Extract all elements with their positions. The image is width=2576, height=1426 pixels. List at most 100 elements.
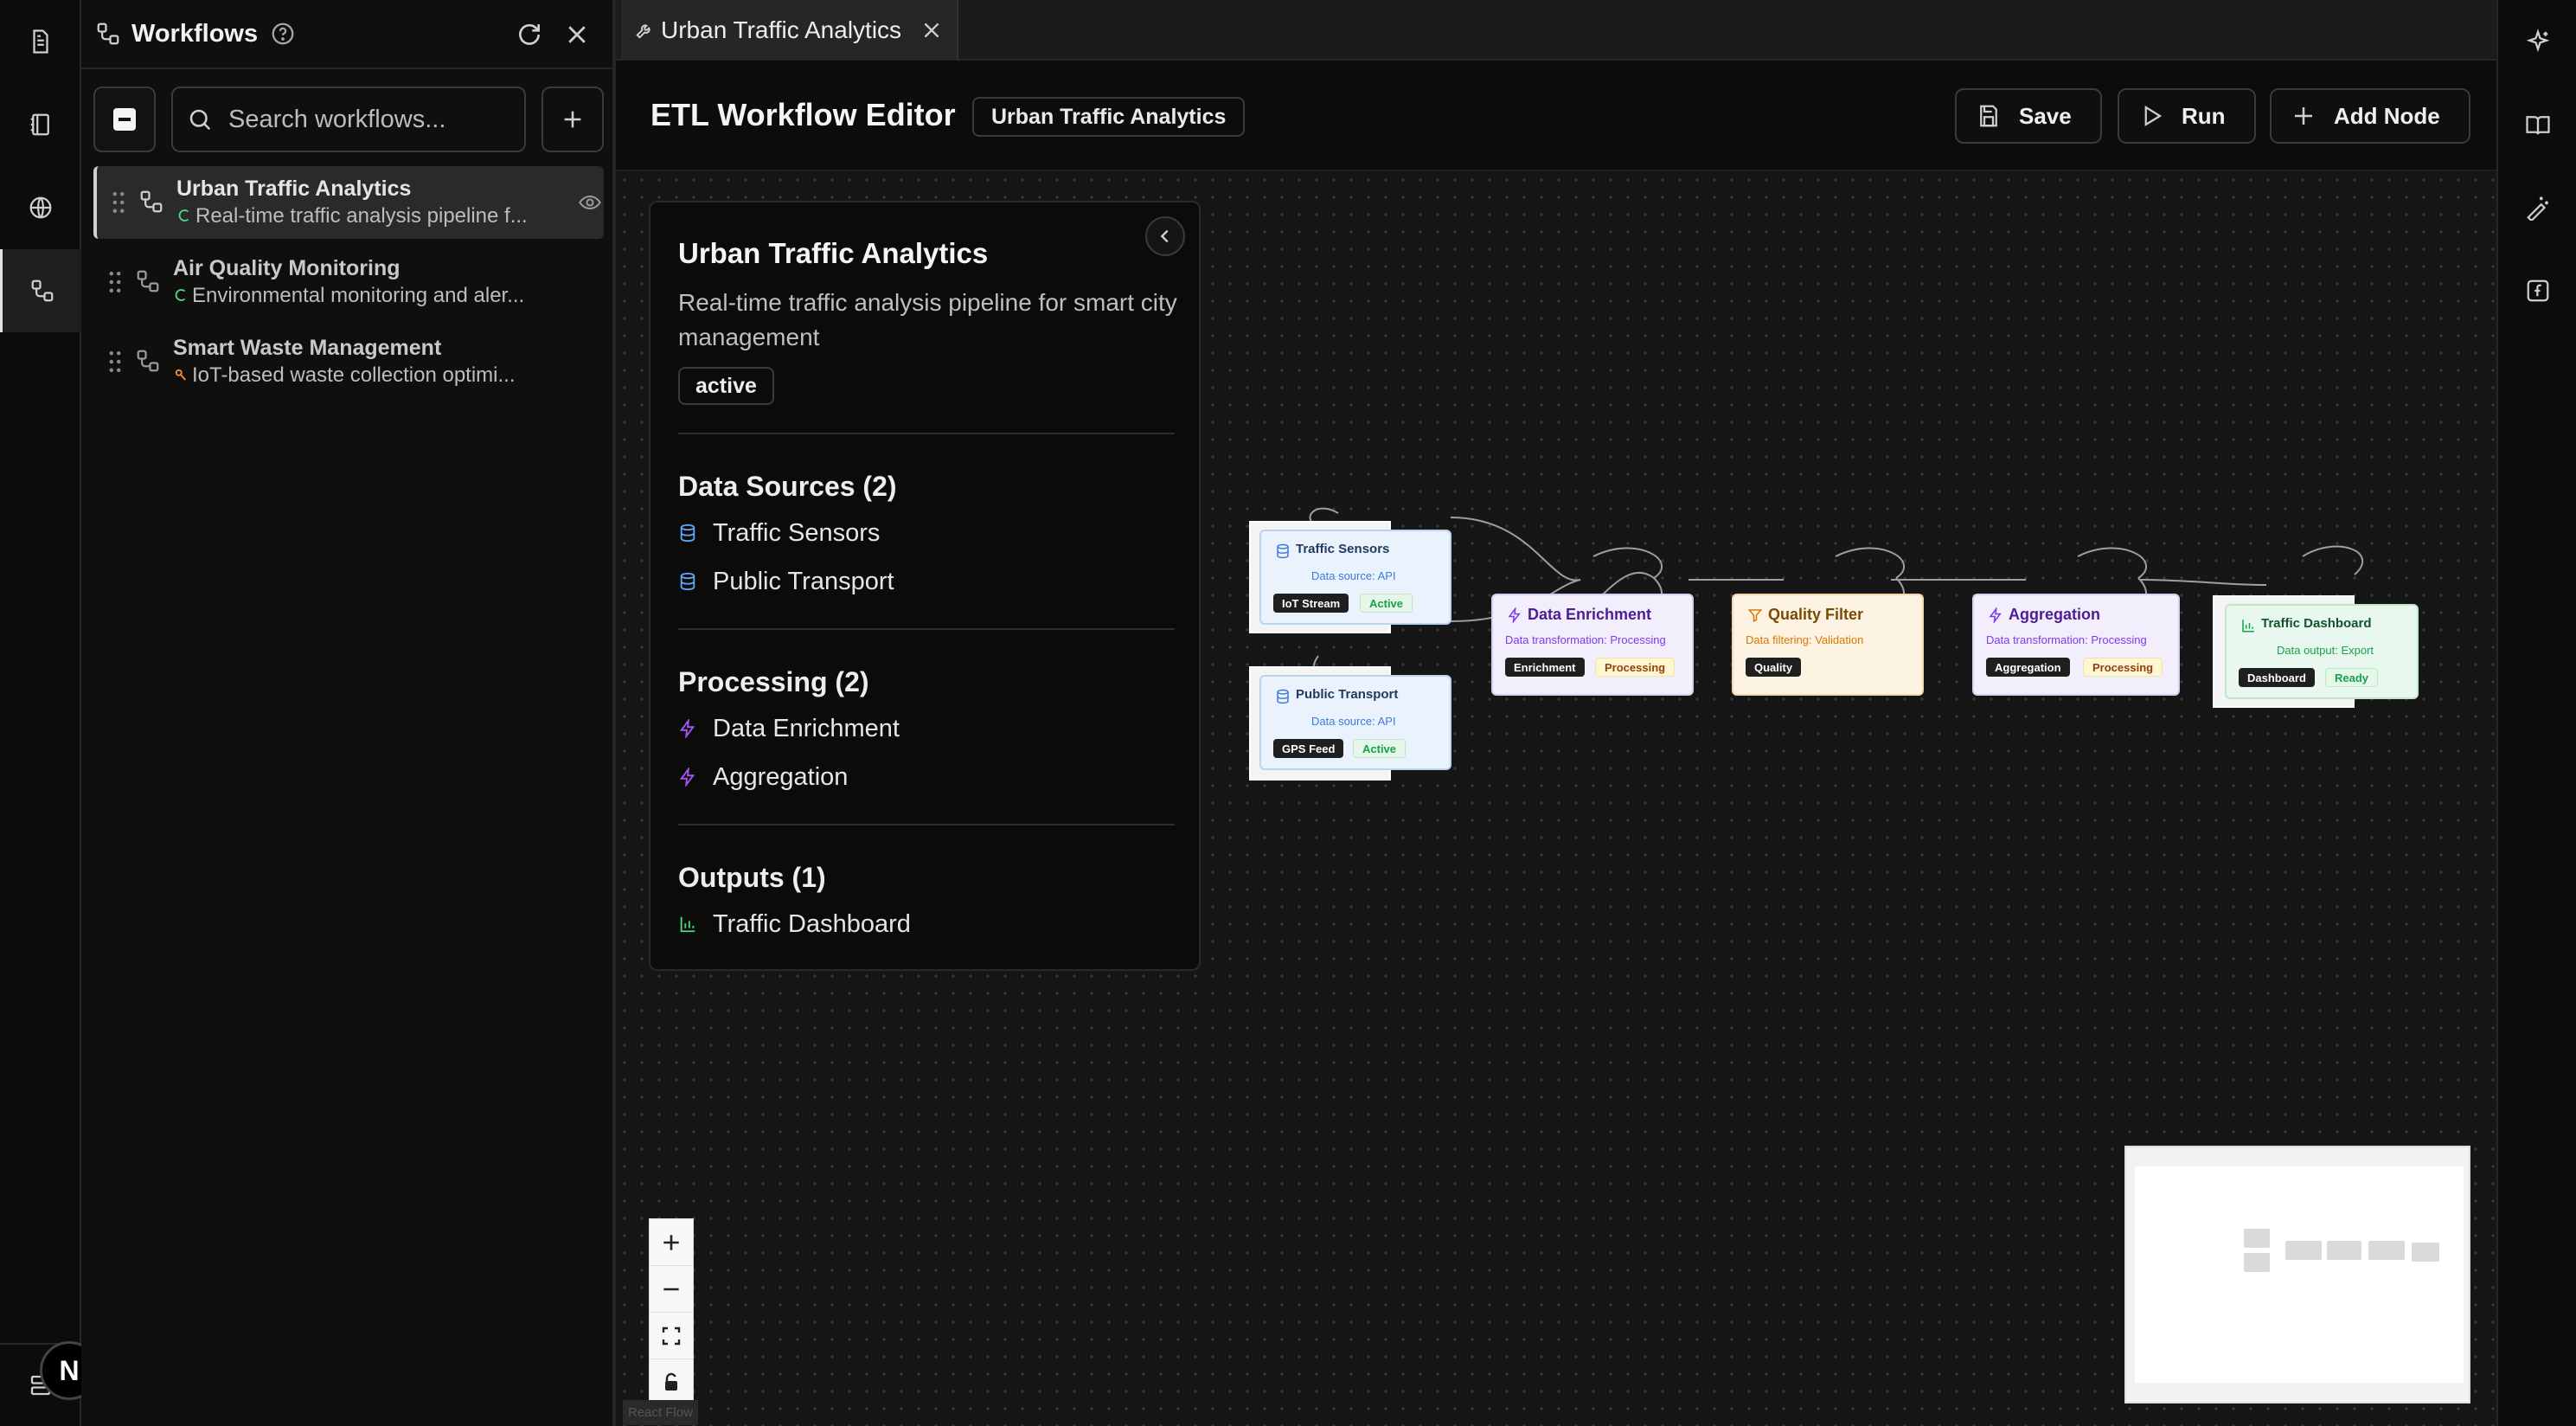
edge-loop-5 [1835, 547, 1905, 579]
bar-chart-icon [678, 915, 697, 934]
minimap[interactable] [2124, 1146, 2470, 1404]
run-label: Run [2182, 102, 2226, 129]
lock-button[interactable] [650, 1359, 693, 1406]
rail-notebook[interactable] [0, 83, 81, 166]
workflow-icon [135, 348, 161, 374]
collapse-panel-button[interactable] [1145, 216, 1185, 256]
workflow-badge: Urban Traffic Analytics [972, 97, 1246, 137]
function-icon [2525, 278, 2551, 304]
node-title: Traffic Sensors [1296, 542, 1390, 556]
node-quality-filter[interactable]: Quality Filter Data filtering: Validatio… [1732, 594, 1924, 696]
book-open-icon [2525, 112, 2551, 138]
minimap-viewport [2135, 1166, 2464, 1383]
workflow-name: Air Quality Monitoring [173, 256, 400, 280]
workflow-info-panel: Urban Traffic Analytics Real-time traffi… [649, 201, 1201, 971]
data-source-label: Traffic Sensors [713, 518, 881, 547]
data-source-item[interactable]: Public Transport [678, 564, 894, 599]
database-icon [678, 572, 697, 591]
zoom-out-button[interactable] [650, 1266, 693, 1313]
tab-label: Urban Traffic Analytics [661, 16, 902, 43]
node-traffic-dashboard[interactable]: Traffic Dashboard Data output: Export Da… [2225, 604, 2419, 699]
close-tab-icon[interactable] [920, 19, 943, 42]
drag-handle-icon[interactable] [107, 350, 123, 374]
rail-workflows[interactable] [0, 249, 81, 332]
database-icon [1275, 689, 1291, 704]
globe-icon [28, 195, 54, 221]
workflow-item-smart-waste[interactable]: Smart Waste Management IoT-based waste c… [93, 325, 604, 398]
tab-urban-traffic[interactable]: Urban Traffic Analytics [621, 0, 958, 61]
rail-function[interactable] [2498, 249, 2576, 332]
lightning-icon [678, 719, 697, 738]
node-data-enrichment[interactable]: Data Enrichment Data transformation: Pro… [1491, 594, 1694, 696]
help-icon[interactable] [270, 21, 296, 47]
minimap-node [2412, 1243, 2439, 1262]
search-input[interactable] [228, 105, 505, 134]
lock-icon [661, 1372, 682, 1393]
run-button[interactable]: Run [2118, 88, 2256, 144]
rail-sparkles[interactable] [2498, 0, 2576, 83]
refresh-icon[interactable] [516, 21, 543, 48]
node-aggregation[interactable]: Aggregation Data transformation: Process… [1972, 594, 2180, 696]
workflow-description-text: IoT-based waste collection optimi... [192, 363, 516, 387]
magic-wand-icon [2525, 195, 2551, 221]
node-traffic-sensors[interactable]: Traffic Sensors Data source: API IoT Str… [1259, 530, 1451, 625]
tab-bar: Urban Traffic Analytics [616, 0, 2496, 61]
node-subtitle: Data output: Export [2277, 644, 2374, 657]
workflow-icon [138, 189, 164, 215]
save-button[interactable]: Save [1955, 88, 2102, 144]
workflow-description-text: Environmental monitoring and aler... [192, 284, 525, 307]
search-box [171, 87, 526, 152]
node-subtitle: Data source: API [1311, 715, 1396, 728]
add-node-label: Add Node [2334, 102, 2440, 129]
search-icon [187, 106, 213, 132]
rail-globe[interactable] [0, 166, 81, 249]
drag-handle-icon[interactable] [107, 270, 123, 294]
rail-book[interactable] [2498, 83, 2576, 166]
data-sources-title: Data Sources (2) [678, 471, 897, 502]
rail-magic-wand[interactable] [2498, 166, 2576, 249]
drag-handle-icon[interactable] [111, 190, 126, 215]
zoom-in-button[interactable] [650, 1219, 693, 1266]
workflow-item-air-quality[interactable]: Air Quality Monitoring Environmental mon… [93, 246, 604, 318]
node-status: Processing [1595, 658, 1676, 677]
wrench-small-icon [173, 365, 189, 384]
plus-icon [660, 1231, 682, 1254]
node-tag: GPS Feed [1273, 739, 1344, 758]
close-icon[interactable] [564, 22, 590, 48]
edge-aggregation-dashboard [2139, 579, 2267, 586]
node-title: Traffic Dashboard [2261, 616, 2372, 631]
minimap-node [2285, 1241, 2322, 1260]
node-subtitle: Data source: API [1311, 569, 1396, 582]
edge-loop-4 [1592, 547, 1663, 579]
sidebar-toolbar [93, 87, 604, 152]
react-flow-attribution[interactable]: React Flow [623, 1400, 699, 1425]
lightning-icon [1988, 607, 2003, 623]
refresh-small-icon [176, 206, 192, 225]
minimap-node [2327, 1241, 2361, 1260]
workflow-item-urban-traffic[interactable]: Urban Traffic Analytics Real-time traffi… [93, 166, 604, 239]
processing-item[interactable]: Aggregation [678, 760, 848, 794]
workflow-icon [95, 21, 121, 47]
node-title: Public Transport [1296, 687, 1399, 702]
node-subtitle: Data transformation: Processing [1986, 633, 2147, 646]
add-node-button[interactable]: Add Node [2270, 88, 2470, 144]
fit-view-button[interactable] [650, 1313, 693, 1359]
add-workflow-button[interactable] [541, 87, 604, 152]
flow-canvas[interactable]: Urban Traffic Analytics Real-time traffi… [616, 171, 2496, 1426]
divider [678, 824, 1175, 825]
output-item[interactable]: Traffic Dashboard [678, 907, 911, 941]
processing-item[interactable]: Data Enrichment [678, 711, 900, 746]
rail-documents[interactable] [0, 0, 81, 83]
notebook-icon [28, 112, 54, 138]
workflow-description-text: Real-time traffic analysis pipeline f... [195, 204, 528, 228]
processing-title: Processing (2) [678, 666, 869, 697]
collapse-all-button[interactable] [93, 87, 156, 152]
panel-description: Real-time traffic analysis pipeline for … [678, 289, 1177, 350]
node-public-transport[interactable]: Public Transport Data source: API GPS Fe… [1259, 675, 1451, 770]
page-title: ETL Workflow Editor [650, 97, 956, 132]
data-source-item[interactable]: Traffic Sensors [678, 516, 880, 550]
workflow-description: IoT-based waste collection optimi... [173, 363, 554, 388]
eye-icon[interactable] [578, 190, 602, 215]
zoom-controls [649, 1218, 694, 1405]
edge-loop-7 [2302, 545, 2363, 575]
